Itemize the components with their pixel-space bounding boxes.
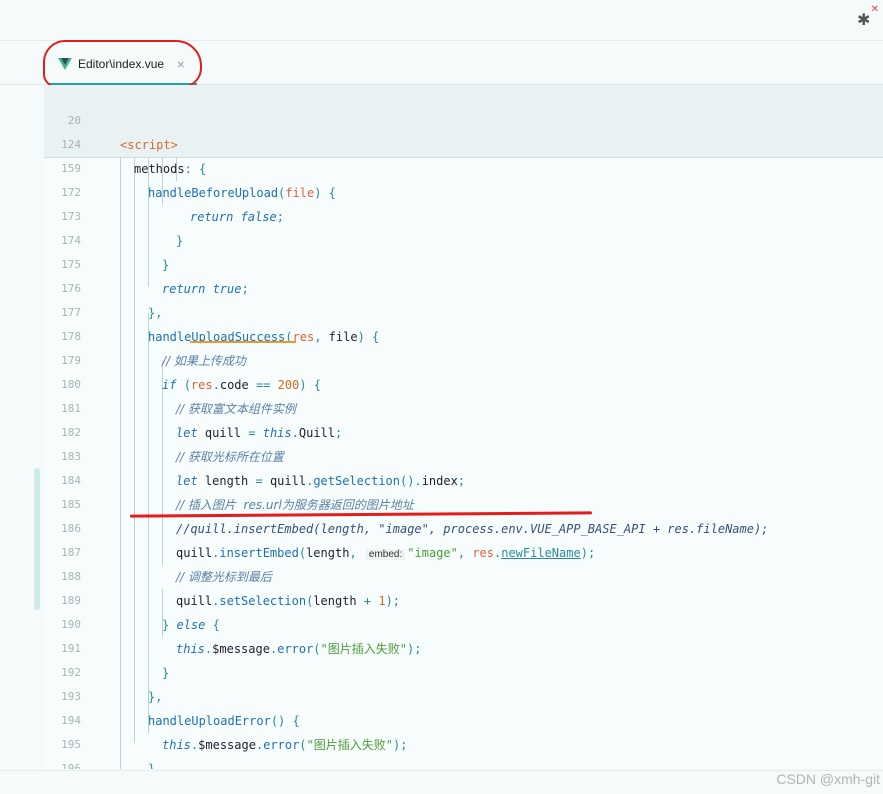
- close-icon: ✕: [870, 4, 879, 15]
- scrollbar-thumb[interactable]: [34, 468, 40, 610]
- code-line: 178 // 如果上传成功: [44, 301, 883, 368]
- code-line: 159 handleBeforeUpload(file) {: [44, 133, 883, 200]
- code-line: 177 handleUploadSuccess(res, file) {: [44, 277, 883, 344]
- code-line: 185 //quill.insertEmbed(length, "image",…: [44, 469, 883, 536]
- code-line: 175 return true;: [44, 229, 883, 296]
- code-line: 180 // 获取富文本组件实例: [44, 349, 883, 416]
- code-line: 195 },: [44, 709, 883, 769]
- code-line: 193 handleUploadError() {: [44, 661, 883, 728]
- tab-label: Editor\index.vue: [78, 57, 165, 71]
- code-line: 194 this.$message.error("图片插入失败");: [44, 685, 883, 752]
- code-text: methods: {: [134, 162, 207, 176]
- code-line: 20 <script>: [44, 85, 883, 152]
- close-tab-icon[interactable]: ×: [176, 58, 185, 71]
- status-bar: [0, 770, 883, 794]
- code-line: 174 }: [44, 205, 883, 272]
- code-line: 124 methods: {: [44, 109, 883, 176]
- code-line: 176 },: [44, 253, 883, 320]
- code-line: 179 if (res.code == 200) {: [44, 325, 883, 392]
- top-toolbar: ✱ ✕: [0, 0, 883, 41]
- code-editor[interactable]: 20 <script> 124 methods: { 159 handleBef…: [44, 85, 883, 769]
- code-line: 182 // 获取光标所在位置: [44, 397, 883, 464]
- sticky-scroll-header: 20 <script> 124 methods: { 159 handleBef…: [44, 85, 883, 200]
- code-line: 187 // 调整光标到最后: [44, 517, 883, 584]
- watermark: CSDN @xmh-git: [776, 771, 880, 787]
- code-line: 181 let quill = this.Quill;: [44, 373, 883, 440]
- line-number: 159: [61, 162, 81, 175]
- code-line: 190 this.$message.error("图片插入失败");: [44, 589, 883, 656]
- warning-underline: [190, 341, 296, 343]
- vue-logo-icon: [58, 58, 72, 70]
- tab-bar: Editor\index.vue ×: [0, 41, 883, 85]
- code-line: 192 },: [44, 637, 883, 704]
- code-line: 184 // 插入图片 res.url为服务器返回的图片地址: [44, 445, 883, 512]
- tab-index-vue[interactable]: Editor\index.vue ×: [48, 49, 198, 85]
- code-line: 197 };: [44, 757, 883, 769]
- code-line: 196 },: [44, 733, 883, 769]
- code-line: 191 }: [44, 613, 883, 680]
- bug-icon[interactable]: ✱ ✕: [857, 4, 879, 30]
- code-line: 183 let length = quill.getSelection().in…: [44, 421, 883, 488]
- code-line: 188 quill.setSelection(length + 1);: [44, 541, 883, 608]
- code-line: 189 } else {: [44, 565, 883, 632]
- code-text: handleBeforeUpload(file) {: [148, 186, 336, 200]
